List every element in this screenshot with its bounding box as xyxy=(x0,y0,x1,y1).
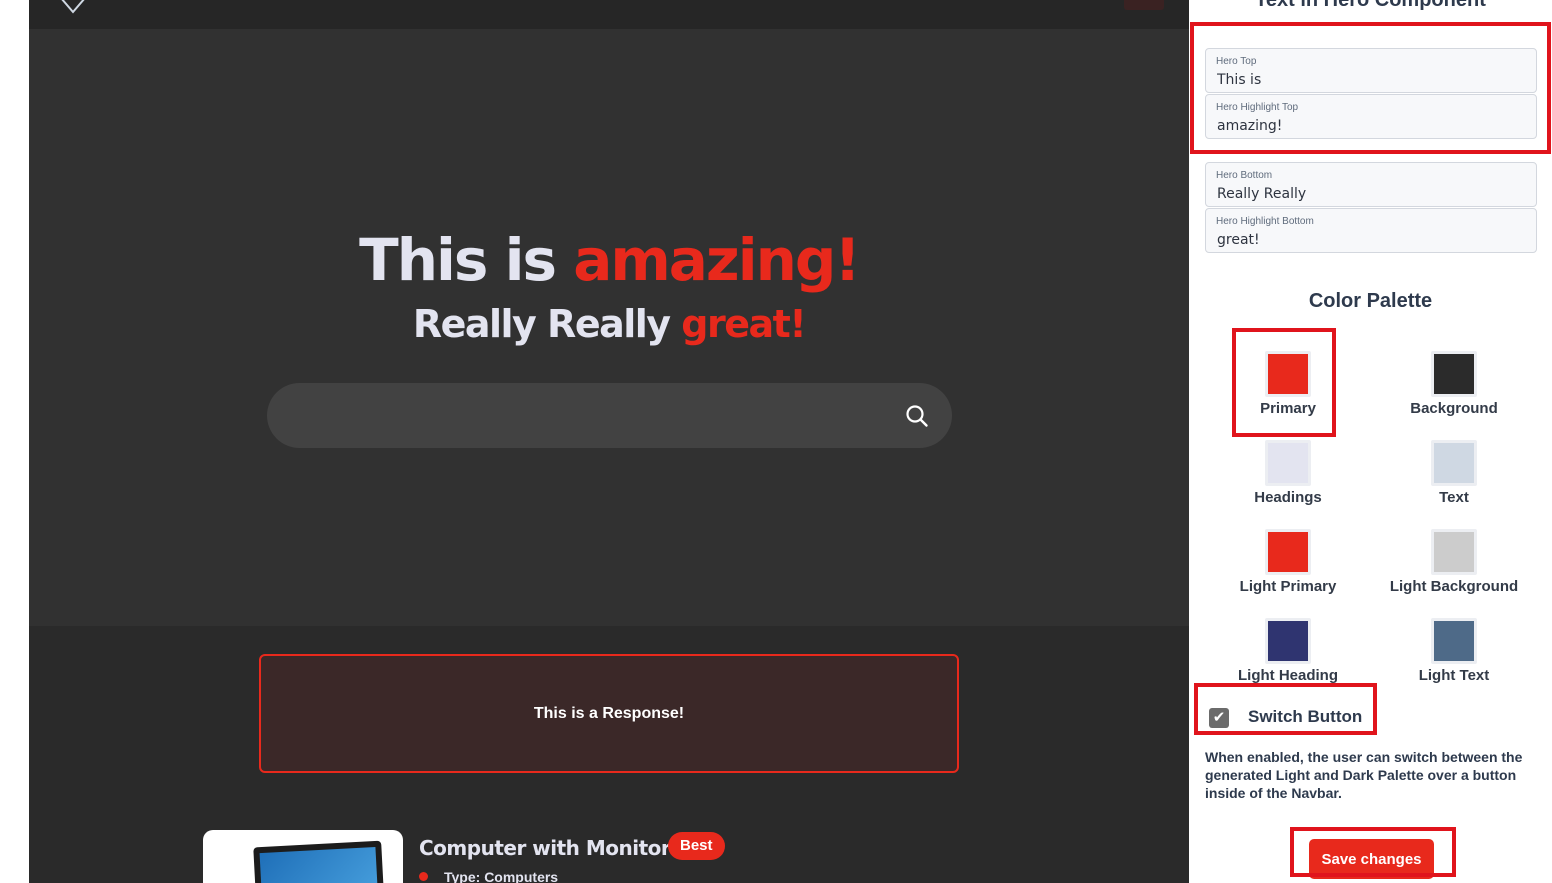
search-icon[interactable] xyxy=(905,404,929,428)
content-section: This is a Response! Computer with Monito… xyxy=(29,626,1189,883)
hero-top-field: Hero Top xyxy=(1205,48,1537,93)
switch-button-checkbox[interactable]: ✔ xyxy=(1209,708,1229,728)
hero-highlight-bottom-input[interactable] xyxy=(1217,230,1527,250)
hero-highlight-top-field-label: Hero Highlight Top xyxy=(1216,102,1299,113)
hero-bottom-input[interactable] xyxy=(1217,184,1527,204)
switch-help-text: When enabled, the user can switch betwee… xyxy=(1205,749,1523,801)
swatch-light-heading-label: Light Heading xyxy=(1238,667,1338,684)
product-badge: Best xyxy=(668,832,725,860)
swatch-text-color[interactable] xyxy=(1431,440,1477,486)
product-type: Type: Computers xyxy=(419,869,558,883)
theme-switch-button[interactable] xyxy=(1124,0,1164,10)
hero-top-input[interactable] xyxy=(1217,70,1527,90)
hero-bottom-line: Really Really great! xyxy=(29,299,1189,349)
swatch-light-background[interactable]: Light Background xyxy=(1374,529,1534,609)
swatch-primary-label: Primary xyxy=(1260,400,1316,417)
save-changes-button[interactable]: Save changes xyxy=(1309,839,1434,879)
switch-button-label[interactable]: Switch Button xyxy=(1248,707,1362,727)
swatch-primary[interactable]: Primary xyxy=(1208,351,1368,431)
navbar xyxy=(29,0,1189,29)
response-box: This is a Response! xyxy=(259,654,959,773)
panel-title: Text in Hero Component xyxy=(1255,0,1486,11)
swatch-background-label: Background xyxy=(1410,400,1498,417)
response-text: This is a Response! xyxy=(533,704,685,722)
color-palette-title: Color Palette xyxy=(1308,290,1433,312)
swatch-text-label: Text xyxy=(1439,489,1469,506)
hero-highlight-bottom-field: Hero Highlight Bottom xyxy=(1205,208,1537,253)
swatch-light-primary-label: Light Primary xyxy=(1239,578,1337,595)
search-bar xyxy=(267,383,952,448)
app-root: This is amazing! Really Really great! Th… xyxy=(0,0,1552,883)
swatch-light-primary[interactable]: Light Primary xyxy=(1208,529,1368,609)
swatch-light-heading-color[interactable] xyxy=(1265,618,1311,664)
swatch-headings-label: Headings xyxy=(1254,489,1322,506)
hero-bottom-text: Really Really xyxy=(412,302,671,346)
swatch-primary-color[interactable] xyxy=(1265,351,1311,397)
swatch-light-background-color[interactable] xyxy=(1431,529,1477,575)
monitor-illustration xyxy=(253,840,385,883)
checkmark-icon: ✔ xyxy=(1212,709,1226,726)
logo-icon[interactable] xyxy=(59,0,87,14)
swatch-light-heading[interactable]: Light Heading xyxy=(1208,618,1368,698)
product-type-text: Type: Computers xyxy=(444,869,559,883)
hero-highlight-top-input[interactable] xyxy=(1217,116,1527,136)
swatch-headings[interactable]: Headings xyxy=(1208,440,1368,520)
swatch-headings-color[interactable] xyxy=(1265,440,1311,486)
hero-bottom-field-label: Hero Bottom xyxy=(1216,170,1273,181)
settings-panel: Text in Hero Component Hero Top Hero Hig… xyxy=(1189,0,1552,883)
hero-top-line: This is amazing! xyxy=(29,225,1189,295)
swatch-light-text-label: Light Text xyxy=(1418,667,1490,684)
monitor-screen xyxy=(259,847,379,883)
bullet-dot-icon xyxy=(419,872,428,881)
swatch-light-text-color[interactable] xyxy=(1431,618,1477,664)
hero-highlight-bottom-field-label: Hero Highlight Bottom xyxy=(1216,216,1314,227)
hero-highlight-bottom-text: great! xyxy=(681,302,806,346)
swatch-light-text[interactable]: Light Text xyxy=(1374,618,1534,698)
swatch-light-primary-color[interactable] xyxy=(1265,529,1311,575)
hero-bottom-field: Hero Bottom xyxy=(1205,162,1537,207)
product-title[interactable]: Computer with Monitor xyxy=(419,836,671,860)
swatch-light-background-label: Light Background xyxy=(1389,578,1519,595)
swatch-text[interactable]: Text xyxy=(1374,440,1534,520)
swatch-background[interactable]: Background xyxy=(1374,351,1534,431)
product-image[interactable] xyxy=(203,830,403,883)
hero-highlight-top-field: Hero Highlight Top xyxy=(1205,94,1537,139)
hero-section: This is amazing! Really Really great! xyxy=(29,29,1189,626)
swatch-background-color[interactable] xyxy=(1431,351,1477,397)
hero-top-field-label: Hero Top xyxy=(1216,56,1257,67)
site-preview: This is amazing! Really Really great! Th… xyxy=(29,0,1189,883)
hero-highlight-top-text: amazing! xyxy=(573,226,861,294)
hero-top-text: This is xyxy=(359,226,557,294)
search-input[interactable] xyxy=(295,383,875,448)
